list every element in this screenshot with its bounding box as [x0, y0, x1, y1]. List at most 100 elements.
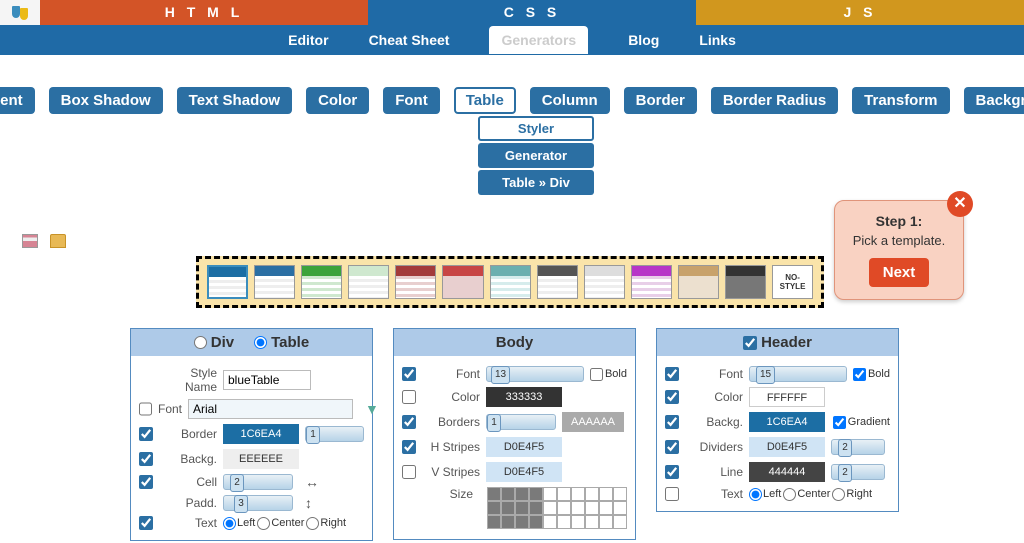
font-select[interactable]: [188, 399, 353, 419]
nav-cheatsheet[interactable]: Cheat Sheet: [369, 32, 450, 48]
body-font-check[interactable]: [402, 367, 416, 381]
hdr-div-slider[interactable]: 2: [831, 439, 885, 455]
hdr-color[interactable]: FFFFFF: [749, 387, 825, 407]
template-8[interactable]: [537, 265, 578, 299]
gen-border[interactable]: Border: [624, 87, 697, 114]
body-color-check[interactable]: [402, 390, 416, 404]
padd-slider[interactable]: 3: [223, 495, 293, 511]
nav-blog[interactable]: Blog: [628, 32, 659, 48]
font-check[interactable]: [139, 402, 152, 416]
backg-color[interactable]: EEEEEE: [223, 449, 299, 469]
dropdown-icon[interactable]: ▼: [365, 401, 379, 417]
panel-body: Body Font 13 Bold Color 333333 Borders 1…: [393, 328, 636, 540]
gen-boxshadow[interactable]: Box Shadow: [49, 87, 163, 114]
template-1[interactable]: [207, 265, 248, 299]
body-borders-check[interactable]: [402, 415, 416, 429]
gen-borderradius[interactable]: Border Radius: [711, 87, 838, 114]
hdr-line-color[interactable]: 444444: [749, 462, 825, 482]
hdr-div-color[interactable]: D0E4F5: [749, 437, 825, 457]
border-check[interactable]: [139, 427, 153, 441]
backg-check[interactable]: [139, 452, 153, 466]
tab-html[interactable]: H T M L: [40, 0, 368, 25]
hdr-align-center[interactable]: Center: [783, 488, 830, 501]
template-2[interactable]: [254, 265, 295, 299]
template-5[interactable]: [395, 265, 436, 299]
hstripes-label: H Stripes: [422, 440, 480, 454]
hdr-font-check[interactable]: [665, 367, 679, 381]
generator-buttons: Gradient Box Shadow Text Shadow Color Fo…: [20, 87, 1004, 114]
hdr-color-check[interactable]: [665, 390, 679, 404]
template-4[interactable]: [348, 265, 389, 299]
next-button[interactable]: Next: [869, 258, 930, 287]
template-12[interactable]: [725, 265, 766, 299]
vstripes-check[interactable]: [402, 465, 416, 479]
gen-table[interactable]: Table: [454, 87, 516, 114]
submenu-table2div[interactable]: Table » Div: [478, 170, 594, 195]
align-right[interactable]: Right: [306, 517, 346, 530]
vstripes-color[interactable]: D0E4F5: [486, 462, 562, 482]
align-center[interactable]: Center: [257, 517, 304, 530]
border-width-slider[interactable]: 1: [305, 426, 364, 442]
gen-column[interactable]: Column: [530, 87, 610, 114]
submenu-styler[interactable]: Styler: [478, 116, 594, 141]
align-left[interactable]: Left: [223, 517, 255, 530]
tab-css[interactable]: C S S: [368, 0, 696, 25]
hdr-backg-check[interactable]: [665, 415, 679, 429]
hdr-backg-color[interactable]: 1C6EA4: [749, 412, 825, 432]
hdr-align-right[interactable]: Right: [832, 488, 872, 501]
panel-header-title: Header: [657, 329, 898, 356]
body-font-slider[interactable]: 13: [486, 366, 584, 382]
popup-step: Step 1:: [851, 213, 947, 229]
template-nostyle[interactable]: NO-STYLE: [772, 265, 813, 299]
text-label: Text: [159, 516, 217, 530]
hdr-gradient[interactable]: Gradient: [833, 416, 890, 429]
hstripes-color[interactable]: D0E4F5: [486, 437, 562, 457]
gen-font[interactable]: Font: [383, 87, 439, 114]
panel-body-header: Body: [394, 329, 635, 356]
radio-table[interactable]: Table: [254, 334, 309, 351]
radio-div[interactable]: Div: [194, 334, 234, 351]
template-11[interactable]: [678, 265, 719, 299]
hstripes-check[interactable]: [402, 440, 416, 454]
hdr-bold[interactable]: Bold: [853, 368, 890, 381]
hdr-line-check[interactable]: [665, 465, 679, 479]
nav-editor[interactable]: Editor: [288, 32, 328, 48]
hdr-text-check[interactable]: [665, 487, 679, 501]
template-10[interactable]: [631, 265, 672, 299]
gen-transform[interactable]: Transform: [852, 87, 949, 114]
stylename-input[interactable]: [223, 370, 311, 390]
site-logo[interactable]: [0, 0, 40, 25]
nav-links[interactable]: Links: [699, 32, 736, 48]
template-6[interactable]: [442, 265, 483, 299]
template-7[interactable]: [490, 265, 531, 299]
submenu-generator[interactable]: Generator: [478, 143, 594, 168]
panel-header: Header Font 15 Bold Color FFFFFF Backg. …: [656, 328, 899, 512]
stylename-label: Style Name: [159, 366, 217, 394]
open-icon[interactable]: [50, 234, 66, 248]
cellpad-check[interactable]: [139, 475, 153, 489]
gen-background[interactable]: Background: [964, 87, 1024, 114]
save-icon[interactable]: [22, 234, 38, 248]
body-borders-color[interactable]: AAAAAA: [562, 412, 624, 432]
hdr-div-check[interactable]: [665, 440, 679, 454]
hdr-align-left[interactable]: Left: [749, 488, 781, 501]
tab-js[interactable]: J S: [696, 0, 1024, 25]
cell-slider[interactable]: 2: [223, 474, 293, 490]
hdr-line-slider[interactable]: 2: [831, 464, 885, 480]
hdr-font-slider[interactable]: 15: [749, 366, 847, 382]
body-bold[interactable]: Bold: [590, 368, 627, 381]
body-color[interactable]: 333333: [486, 387, 562, 407]
body-borders-slider[interactable]: 1: [486, 414, 556, 430]
gen-gradient[interactable]: Gradient: [0, 87, 35, 114]
template-9[interactable]: [584, 265, 625, 299]
nav-generators[interactable]: Generators: [489, 26, 588, 54]
template-3[interactable]: [301, 265, 342, 299]
gen-color[interactable]: Color: [306, 87, 369, 114]
size-grid[interactable]: [487, 487, 627, 529]
close-icon[interactable]: ✕: [947, 191, 973, 217]
gen-textshadow[interactable]: Text Shadow: [177, 87, 292, 114]
border-color[interactable]: 1C6EA4: [223, 424, 299, 444]
text-check[interactable]: [139, 516, 153, 530]
header-enable[interactable]: Header: [743, 334, 812, 351]
body-color-label: Color: [422, 390, 480, 404]
